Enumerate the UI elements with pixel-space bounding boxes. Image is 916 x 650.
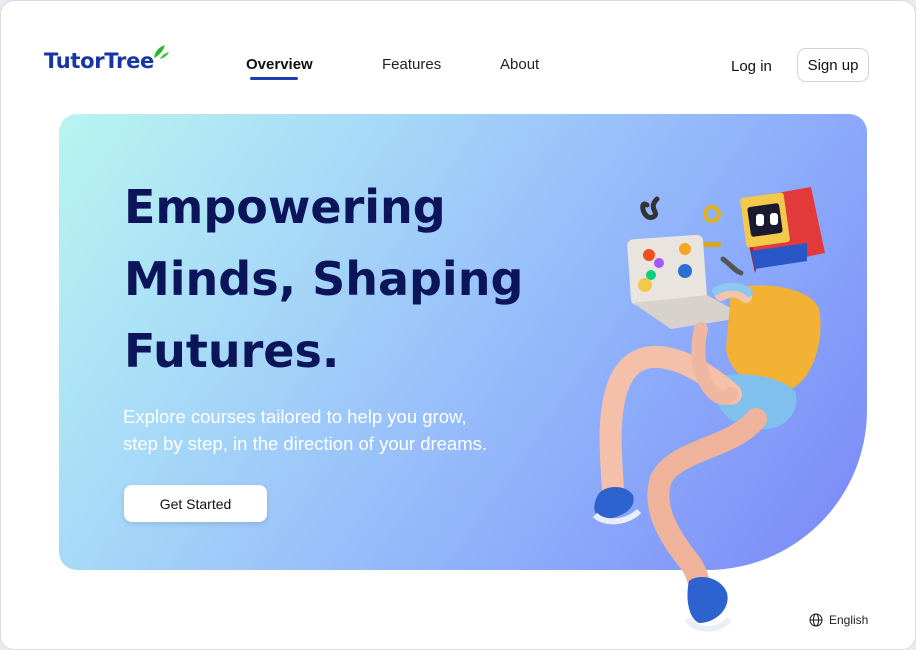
hero-title-line: Empowering xyxy=(124,180,446,234)
login-link[interactable]: Log in xyxy=(731,58,772,75)
nav-features[interactable]: Features xyxy=(382,56,441,73)
brand-logo[interactable]: TutorTree xyxy=(44,49,154,73)
hero-subtitle-line: Explore courses tailored to help you gro… xyxy=(123,406,467,427)
language-selector[interactable]: English xyxy=(809,613,868,627)
leaf-icon xyxy=(154,45,169,59)
nav-overview[interactable]: Overview xyxy=(246,56,313,73)
globe-icon xyxy=(809,613,823,627)
app-window: TutorTree Overview Features About Log in… xyxy=(0,0,916,650)
nav-about[interactable]: About xyxy=(500,56,539,73)
hero-subtitle: Explore courses tailored to help you gro… xyxy=(123,403,543,457)
hero-title-line: Futures. xyxy=(124,324,340,378)
hero-title: Empowering Minds, Shaping Futures. xyxy=(124,171,544,387)
nav-active-indicator xyxy=(250,77,298,80)
character-illustration xyxy=(592,187,825,632)
hero-title-line: Minds, Shaping xyxy=(124,252,524,306)
get-started-button[interactable]: Get Started xyxy=(124,485,267,522)
signup-button[interactable]: Sign up xyxy=(797,48,869,82)
hero-subtitle-line: step by step, in the direction of your d… xyxy=(123,433,488,454)
language-label: English xyxy=(829,613,869,627)
